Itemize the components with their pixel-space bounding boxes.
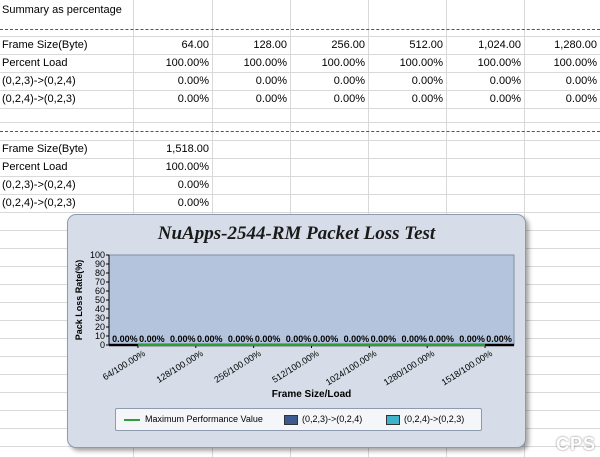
- legend-box-swatch: [284, 414, 298, 425]
- cell-value[interactable]: 256.00: [290, 36, 365, 54]
- summary-title[interactable]: Summary as percentage: [2, 1, 122, 19]
- cell-value[interactable]: 128.00: [212, 36, 287, 54]
- cell-value[interactable]: 0.00%: [133, 194, 209, 212]
- data-label: 0.00%: [401, 334, 427, 344]
- legend-label: (0,2,3)->(0,2,4): [302, 414, 363, 424]
- data-label: 0.00%: [170, 334, 196, 344]
- cell-value[interactable]: 0.00%: [368, 90, 443, 108]
- y-tick-label: 60: [95, 286, 105, 296]
- row-label[interactable]: Percent Load: [2, 158, 67, 176]
- y-tick-label: 100: [90, 250, 105, 260]
- cell-value[interactable]: 1,024.00: [446, 36, 521, 54]
- grid-row-line: [0, 108, 600, 109]
- cell-value[interactable]: 0.00%: [290, 90, 365, 108]
- row-label[interactable]: (0,2,3)->(0,2,4): [2, 72, 76, 90]
- y-tick-label: 90: [95, 259, 105, 269]
- legend-item: Maximum Performance Value: [124, 409, 263, 430]
- data-label: 0.00%: [228, 334, 254, 344]
- cell-value[interactable]: 0.00%: [212, 90, 287, 108]
- cell-value[interactable]: 100.00%: [368, 54, 443, 72]
- cell-value[interactable]: 1,518.00: [133, 140, 209, 158]
- watermark-logo: CPS: [555, 434, 596, 454]
- row-label[interactable]: (0,2,3)->(0,2,4): [2, 176, 76, 194]
- legend-item: (0,2,4)->(0,2,3): [386, 409, 464, 430]
- cell-value[interactable]: 64.00: [133, 36, 209, 54]
- data-label: 0.00%: [255, 334, 281, 344]
- grid-row-line: [0, 194, 600, 195]
- cell-value[interactable]: 1,280.00: [524, 36, 597, 54]
- cell-value[interactable]: 0.00%: [368, 72, 443, 90]
- cell-value[interactable]: 100.00%: [290, 54, 365, 72]
- grid-row-line: [0, 176, 600, 177]
- x-tick-label: 512/100.00%: [270, 348, 320, 385]
- x-tick-label: 256/100.00%: [212, 348, 262, 385]
- cell-value[interactable]: 0.00%: [446, 72, 521, 90]
- y-tick-label: 30: [95, 313, 105, 323]
- cell-value[interactable]: 0.00%: [524, 90, 597, 108]
- data-label: 0.00%: [313, 334, 339, 344]
- chart-legend: Maximum Performance Value (0,2,3)->(0,2,…: [115, 408, 482, 431]
- legend-box-swatch: [386, 414, 400, 425]
- spreadsheet[interactable]: Summary as percentage Frame Size(Byte) 6…: [0, 0, 600, 457]
- data-label: 0.00%: [286, 334, 312, 344]
- x-tick-label: 1280/100.00%: [382, 348, 437, 387]
- data-label: 0.00%: [428, 334, 454, 344]
- cell-value[interactable]: 100.00%: [133, 54, 209, 72]
- dashed-separator: [0, 29, 600, 30]
- data-label: 0.00%: [197, 334, 223, 344]
- row-label[interactable]: Frame Size(Byte): [2, 140, 88, 158]
- data-label: 0.00%: [459, 334, 485, 344]
- embedded-chart[interactable]: NuApps-2544-RM Packet Loss Test 0 10 20 30 4…: [67, 214, 526, 448]
- cell-value[interactable]: 0.00%: [133, 176, 209, 194]
- data-label: 0.00%: [344, 334, 370, 344]
- x-tick-label: 1024/100.00%: [324, 348, 379, 387]
- cell-value[interactable]: 100.00%: [524, 54, 597, 72]
- y-tick-label: 70: [95, 277, 105, 287]
- y-tick-label: 40: [95, 304, 105, 314]
- legend-label: (0,2,4)->(0,2,3): [404, 414, 465, 424]
- cell-value[interactable]: 100.00%: [133, 158, 209, 176]
- dashed-separator: [0, 131, 600, 132]
- cell-value[interactable]: 512.00: [368, 36, 443, 54]
- cell-value[interactable]: 0.00%: [212, 72, 287, 90]
- cell-value[interactable]: 100.00%: [446, 54, 521, 72]
- y-tick-label: 80: [95, 268, 105, 278]
- data-label: 0.00%: [112, 334, 138, 344]
- y-tick-label: 20: [95, 322, 105, 332]
- cell-value[interactable]: 0.00%: [133, 90, 209, 108]
- legend-item: (0,2,3)->(0,2,4): [284, 409, 362, 430]
- y-tick-label: 50: [95, 295, 105, 305]
- cell-value[interactable]: 0.00%: [524, 72, 597, 90]
- cell-value[interactable]: 0.00%: [446, 90, 521, 108]
- cell-value[interactable]: 100.00%: [212, 54, 287, 72]
- y-tick-label: 10: [95, 331, 105, 341]
- legend-label: Maximum Performance Value: [145, 414, 263, 424]
- x-tick-label: 64/100.00%: [101, 348, 147, 382]
- grid-row-line: [0, 140, 600, 141]
- y-tick-label: 0: [100, 340, 105, 350]
- cell-value[interactable]: 0.00%: [290, 72, 365, 90]
- x-tick-label: 1518/100.00%: [440, 348, 495, 387]
- row-label[interactable]: (0,2,4)->(0,2,3): [2, 194, 76, 212]
- legend-line-swatch: [124, 418, 140, 421]
- row-label[interactable]: Percent Load: [2, 54, 67, 72]
- data-label: 0.00%: [139, 334, 165, 344]
- cell-value[interactable]: 0.00%: [133, 72, 209, 90]
- grid-row-line: [0, 122, 600, 123]
- x-tick-label: 128/100.00%: [155, 348, 205, 385]
- x-axis-title: Frame Size/Load: [272, 389, 351, 400]
- plot-area: [108, 254, 515, 346]
- grid-row-line: [0, 212, 600, 213]
- grid-row-line: [0, 158, 600, 159]
- data-label: 0.00%: [486, 334, 512, 344]
- y-axis-title: Pack Loss Rate(%): [74, 260, 84, 341]
- data-label: 0.00%: [371, 334, 397, 344]
- row-label[interactable]: (0,2,4)->(0,2,3): [2, 90, 76, 108]
- row-label[interactable]: Frame Size(Byte): [2, 36, 88, 54]
